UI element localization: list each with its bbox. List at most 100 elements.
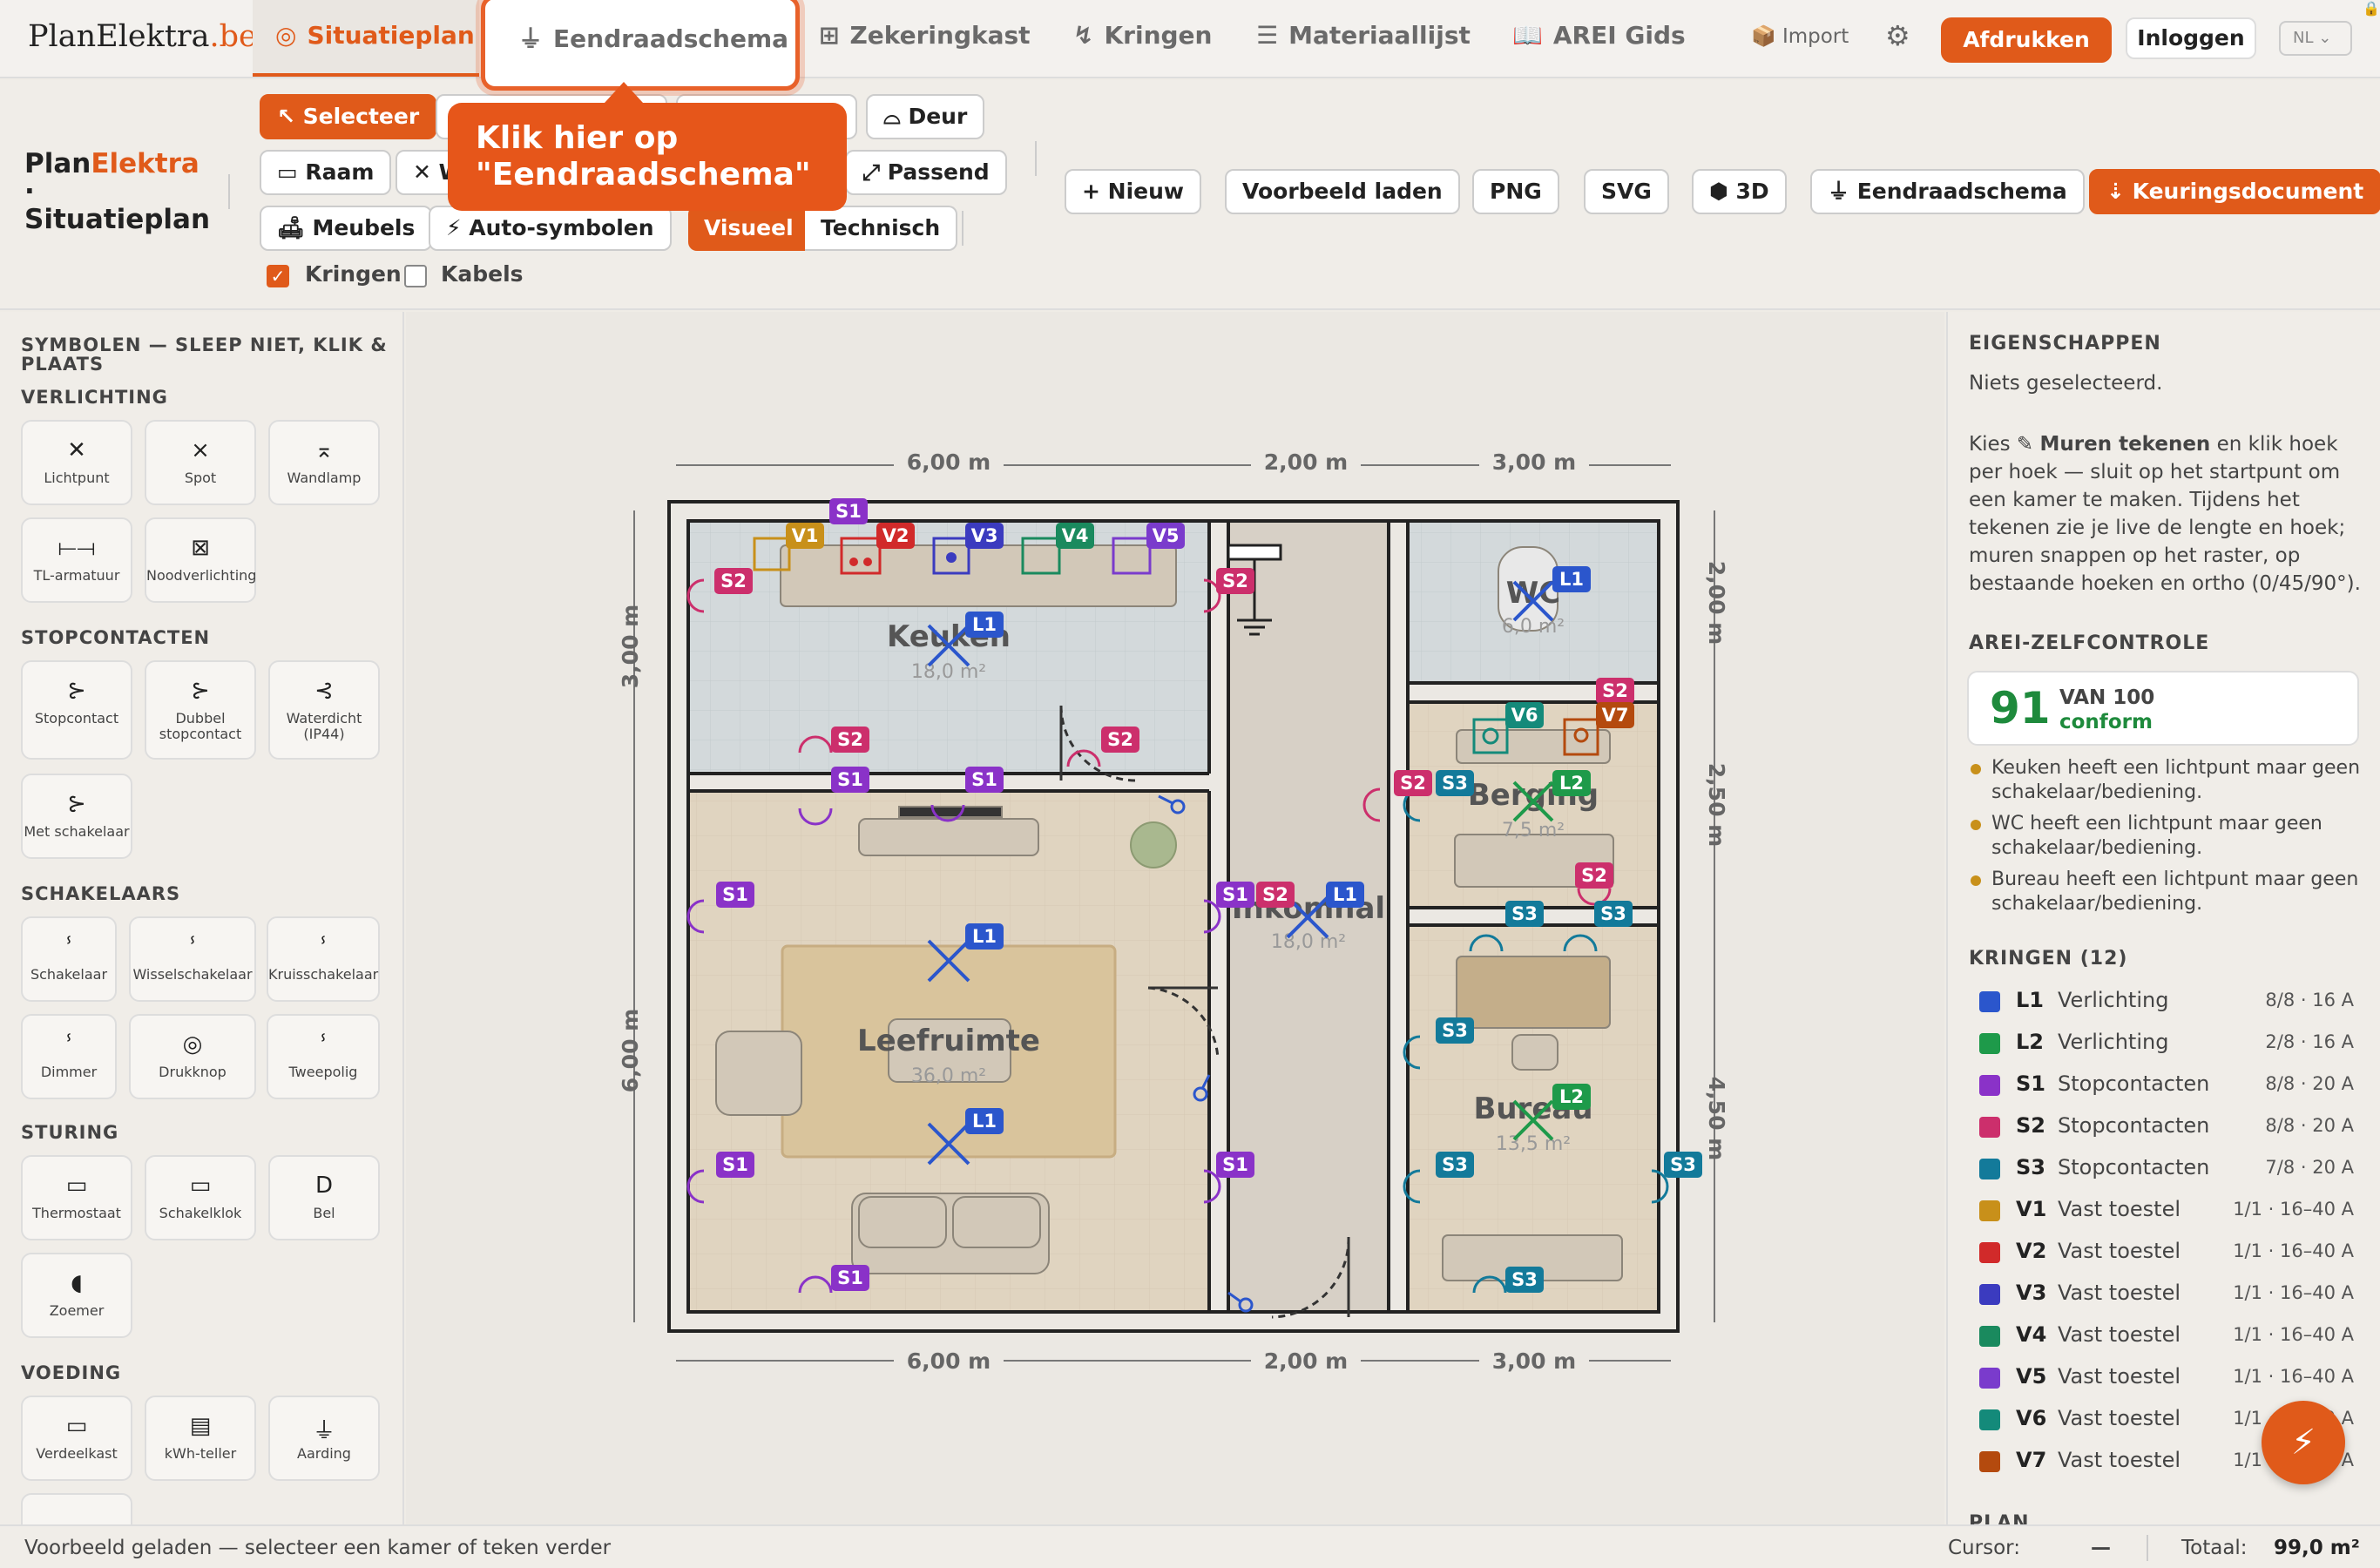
badge-v1[interactable]: V1 bbox=[792, 525, 819, 546]
badge-s1[interactable]: S1 bbox=[722, 884, 748, 905]
circuit-row-s3[interactable]: S3 Stopcontacten 7/8 · 20 A bbox=[1979, 1152, 2354, 1186]
symbol-waterdicht[interactable]: ⊰ Waterdicht (IP44) bbox=[268, 660, 380, 760]
quick-action-button[interactable]: ⚡ bbox=[2262, 1401, 2345, 1484]
tab-eendraadschema[interactable]: ⏚ Eendraadschema bbox=[481, 0, 800, 91]
symbol-verdeelkast[interactable]: ▭ Verdeelkast bbox=[21, 1396, 132, 1481]
badge-s1[interactable]: S1 bbox=[722, 1154, 748, 1175]
single-line-diagram-button[interactable]: ⏚ Eendraadschema bbox=[1810, 169, 2085, 214]
badge-s1[interactable]: S1 bbox=[837, 769, 863, 790]
badge-s2[interactable]: S2 bbox=[1581, 865, 1607, 886]
circuit-row-v5[interactable]: V5 Vast toestel 1/1 · 16–40 A bbox=[1979, 1361, 2354, 1396]
symbol-spot[interactable]: × Spot bbox=[145, 420, 256, 505]
badge-v4[interactable]: V4 bbox=[1062, 525, 1089, 546]
circuit-row-v2[interactable]: V2 Vast toestel 1/1 · 16–40 A bbox=[1979, 1235, 2354, 1270]
badge-v7[interactable]: V7 bbox=[1602, 705, 1629, 726]
symbol-drukknop[interactable]: ◎ Drukknop bbox=[129, 1014, 256, 1099]
badge-s3[interactable]: S3 bbox=[1511, 1269, 1538, 1290]
gear-icon[interactable]: ⚙ bbox=[1885, 19, 1910, 52]
badge-s2[interactable]: S2 bbox=[1107, 729, 1133, 750]
door-tool-button[interactable]: ⌓ Deur bbox=[866, 94, 985, 139]
symbol-zoemer[interactable]: ◖ Zoemer bbox=[21, 1253, 132, 1338]
badge-s3[interactable]: S3 bbox=[1600, 903, 1626, 924]
badge-s1[interactable]: S1 bbox=[1222, 1154, 1248, 1175]
circuit-row-l1[interactable]: L1 Verlichting 8/8 · 16 A bbox=[1979, 984, 2354, 1019]
technical-mode-button[interactable]: Technisch bbox=[805, 206, 958, 251]
badge-l1[interactable]: L1 bbox=[972, 1111, 997, 1132]
export-svg-button[interactable]: SVG bbox=[1584, 169, 1669, 214]
badge-s2[interactable]: S2 bbox=[1400, 773, 1426, 794]
badge-l1[interactable]: L1 bbox=[972, 614, 997, 635]
select-tool-button[interactable]: ↖ Selecteer bbox=[260, 94, 437, 139]
symbol-kruisschakelaar[interactable]: ⸯ Kruisschakelaar bbox=[267, 916, 380, 1002]
language-select[interactable]: NL ⌄ bbox=[2279, 21, 2352, 56]
symbol-aarding[interactable]: ⏚ Aarding bbox=[268, 1396, 380, 1481]
symbol-bel[interactable]: D Bel bbox=[268, 1155, 380, 1240]
symbol-schakelklok[interactable]: ▭ Schakelklok bbox=[145, 1155, 256, 1240]
print-button[interactable]: Afdrukken bbox=[1941, 17, 2112, 63]
badge-s3[interactable]: S3 bbox=[1442, 773, 1468, 794]
inspection-document-button[interactable]: ⇣ Keuringsdocument bbox=[2089, 169, 2380, 214]
symbol-more[interactable] bbox=[21, 1493, 132, 1524]
app-logo[interactable]: PlanElektra.be bbox=[28, 19, 257, 54]
badge-l1[interactable]: L1 bbox=[1559, 569, 1584, 590]
symbol-tweepolig[interactable]: ⸯ Tweepolig bbox=[267, 1014, 380, 1099]
import-button[interactable]: 📦 Import bbox=[1751, 24, 1849, 48]
symbol-schakelaar[interactable]: ⸯ Schakelaar bbox=[21, 916, 117, 1002]
circuit-row-v4[interactable]: V4 Vast toestel 1/1 · 16–40 A bbox=[1979, 1319, 2354, 1354]
badge-s1[interactable]: S1 bbox=[1222, 884, 1248, 905]
badge-v5[interactable]: V5 bbox=[1153, 525, 1180, 546]
badge-s3[interactable]: S3 bbox=[1511, 903, 1538, 924]
auto-symbols-button[interactable]: ⚡ Auto-symbolen bbox=[429, 206, 672, 251]
badge-s2[interactable]: S2 bbox=[1262, 884, 1288, 905]
symbol-thermostaat[interactable]: ▭ Thermostaat bbox=[21, 1155, 132, 1240]
circuit-row-v3[interactable]: V3 Vast toestel 1/1 · 16–40 A bbox=[1979, 1277, 2354, 1312]
symbol-wandlamp[interactable]: ⌅ Wandlamp bbox=[268, 420, 380, 505]
kabels-checkbox[interactable] bbox=[404, 265, 427, 287]
symbol-tl-armatuur[interactable]: ⟝⟞ TL-armatuur bbox=[21, 517, 132, 603]
badge-s2[interactable]: S2 bbox=[1602, 680, 1628, 701]
circuit-row-s1[interactable]: S1 Stopcontacten 8/8 · 20 A bbox=[1979, 1068, 2354, 1103]
symbol-dubbel-stopcontact[interactable]: ⊱ Dubbel stopcontact bbox=[145, 660, 256, 760]
badge-s1[interactable]: S1 bbox=[837, 1267, 863, 1288]
circuit-row-s2[interactable]: S2 Stopcontacten 8/8 · 20 A bbox=[1979, 1110, 2354, 1145]
circuit-row-l2[interactable]: L2 Verlichting 2/8 · 16 A bbox=[1979, 1026, 2354, 1061]
badge-l2[interactable]: L2 bbox=[1559, 1086, 1584, 1107]
visual-mode-button[interactable]: Visueel bbox=[688, 206, 809, 251]
badge-s2[interactable]: S2 bbox=[1222, 571, 1248, 591]
badge-s2[interactable]: S2 bbox=[720, 571, 747, 591]
3d-view-button[interactable]: ⬢ 3D bbox=[1692, 169, 1787, 214]
tab-kringen[interactable]: ↯ Kringen bbox=[1073, 21, 1212, 50]
symbol-dimmer[interactable]: ⸯ Dimmer bbox=[21, 1014, 117, 1099]
tab-zekeringkast[interactable]: ⊞ Zekeringkast bbox=[819, 21, 1031, 50]
circuit-row-v1[interactable]: V1 Vast toestel 1/1 · 16–40 A bbox=[1979, 1193, 2354, 1228]
furniture-button[interactable]: 🛋 Meubels bbox=[260, 206, 433, 251]
window-tool-button[interactable]: ▭ Raam bbox=[260, 150, 392, 195]
badge-l1[interactable]: L1 bbox=[972, 926, 997, 947]
badge-l2[interactable]: L2 bbox=[1559, 773, 1584, 794]
badge-l1[interactable]: L1 bbox=[1333, 884, 1357, 905]
badge-s1[interactable]: S1 bbox=[835, 501, 862, 522]
symbol-met-schakelaar[interactable]: ⊱ Met schakelaar bbox=[21, 774, 132, 859]
badge-s3[interactable]: S3 bbox=[1442, 1020, 1468, 1041]
badge-s3[interactable]: S3 bbox=[1670, 1154, 1696, 1175]
symbol-lichtpunt[interactable]: ✕ Lichtpunt bbox=[21, 420, 132, 505]
login-button[interactable]: Inloggen bbox=[2126, 17, 2256, 59]
load-example-button[interactable]: Voorbeeld laden bbox=[1225, 169, 1460, 214]
badge-v3[interactable]: V3 bbox=[971, 525, 998, 546]
badge-s1[interactable]: S1 bbox=[971, 769, 997, 790]
symbol-noodverlichting[interactable]: ⊠ Noodverlichting bbox=[145, 517, 256, 603]
export-png-button[interactable]: PNG bbox=[1472, 169, 1559, 214]
symbol-stopcontact[interactable]: ⊱ Stopcontact bbox=[21, 660, 132, 760]
tab-materiaallijst[interactable]: ☰ Materiaallijst bbox=[1256, 21, 1471, 50]
tab-arei-gids[interactable]: 📖 AREI Gids bbox=[1512, 21, 1686, 50]
tab-situatieplan[interactable]: ◎ Situatieplan bbox=[253, 0, 479, 77]
fit-view-button[interactable]: ⤢ Passend bbox=[845, 150, 1007, 195]
symbol-kwh-teller[interactable]: ▤ kWh-teller bbox=[145, 1396, 256, 1481]
symbol-wisselschakelaar[interactable]: ⸯ Wisselschakelaar bbox=[129, 916, 256, 1002]
badge-v2[interactable]: V2 bbox=[882, 525, 909, 546]
badge-v6[interactable]: V6 bbox=[1511, 705, 1538, 726]
floor-plan-canvas[interactable]: 6,00 m 2,00 m 3,00 m 6,00 m 2,00 m 3,00 … bbox=[406, 312, 1944, 1524]
badge-s3[interactable]: S3 bbox=[1442, 1154, 1468, 1175]
new-plan-button[interactable]: + Nieuw bbox=[1065, 169, 1201, 214]
badge-s2[interactable]: S2 bbox=[837, 729, 863, 750]
